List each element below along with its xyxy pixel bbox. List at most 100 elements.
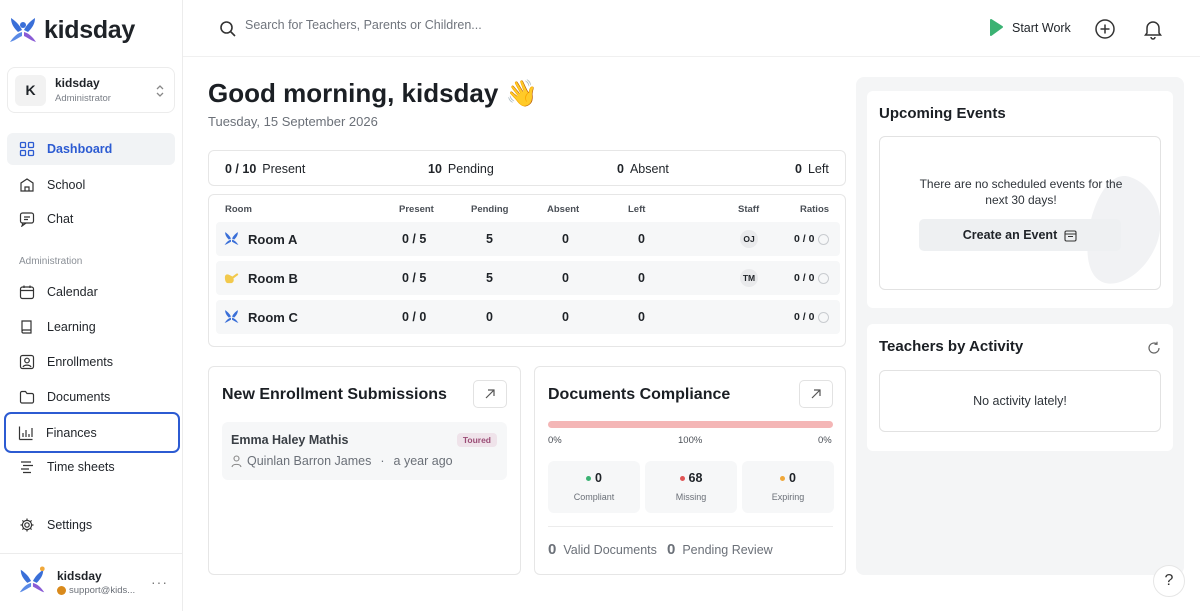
nav-chat[interactable]: Chat bbox=[7, 203, 175, 235]
room-present: 0 / 5 bbox=[402, 271, 427, 285]
table-row[interactable]: Room B 0 / 5 5 0 0 TM 0 / 0 bbox=[216, 261, 840, 295]
col-left: Left bbox=[628, 204, 646, 215]
nav-documents[interactable]: Documents bbox=[7, 381, 175, 413]
user-card-icon bbox=[19, 354, 35, 370]
nav-calendar[interactable]: Calendar bbox=[7, 276, 175, 308]
topbar: Start Work bbox=[183, 0, 1200, 57]
refresh-icon[interactable] bbox=[1147, 341, 1161, 355]
ratio-ring-icon bbox=[818, 233, 830, 245]
room-name: Room A bbox=[248, 232, 298, 247]
summary-left: 0 Left bbox=[795, 162, 829, 176]
chevron-up-down-icon bbox=[156, 85, 164, 97]
search-input[interactable] bbox=[245, 18, 585, 32]
ratio-ring-icon bbox=[818, 311, 830, 323]
nav-finances[interactable]: Finances bbox=[4, 412, 180, 453]
status-badge: Toured bbox=[456, 433, 497, 447]
nav-finances-label: Finances bbox=[46, 425, 97, 440]
calendar-icon bbox=[1064, 229, 1077, 242]
events-card-title: Upcoming Events bbox=[879, 105, 1006, 122]
green-dot-icon bbox=[586, 475, 592, 481]
add-circle-icon[interactable] bbox=[1094, 18, 1116, 40]
table-row[interactable]: Room C 0 / 0 0 0 0 0 / 0 bbox=[216, 300, 840, 334]
expand-button[interactable] bbox=[473, 380, 507, 408]
submission-item[interactable]: Emma Haley Mathis Toured Quinlan Barron … bbox=[222, 422, 507, 480]
stat-missing-label: Missing bbox=[675, 492, 707, 502]
nav-learning[interactable]: Learning bbox=[7, 311, 175, 343]
pending-review-label: Pending Review bbox=[682, 543, 773, 557]
user-profile[interactable]: kidsday support@kids... ··· bbox=[0, 553, 182, 611]
chat-icon bbox=[19, 212, 35, 227]
compliance-label-expiring: 0% bbox=[818, 435, 832, 446]
room-left: 0 bbox=[638, 310, 645, 324]
room-absent: 0 bbox=[562, 271, 569, 285]
org-switcher[interactable]: K kidsday Administrator bbox=[7, 67, 175, 113]
activity-empty-message: No activity lately! bbox=[879, 370, 1161, 432]
start-work-button[interactable]: Start Work bbox=[988, 19, 1071, 37]
stat-compliant[interactable]: 0 Compliant bbox=[548, 461, 640, 513]
nav-enrollments[interactable]: Enrollments bbox=[7, 346, 175, 378]
stat-missing[interactable]: 68 Missing bbox=[645, 461, 737, 513]
documents-compliance-card: Documents Compliance 0% 100% 0% 0 Compli… bbox=[534, 366, 846, 575]
summary-absent-label: Absent bbox=[629, 162, 669, 176]
room-absent: 0 bbox=[562, 232, 569, 246]
attendance-summary: 0 / 10 Present 10 Pending 0 Absent 0 Left bbox=[208, 150, 846, 186]
meta-separator: · bbox=[380, 454, 385, 468]
summary-pending: 10 Pending bbox=[428, 162, 494, 176]
pending-review: 0 Pending Review bbox=[667, 541, 773, 558]
brand-logo[interactable]: kidsday bbox=[8, 14, 135, 46]
expand-button[interactable] bbox=[799, 380, 833, 408]
submission-child-name: Emma Haley Mathis bbox=[231, 433, 349, 447]
arrow-up-right-icon bbox=[811, 389, 821, 399]
room-ratio-value: 0 / 0 bbox=[794, 233, 815, 245]
col-present: Present bbox=[399, 204, 434, 215]
staff-avatar[interactable]: OJ bbox=[740, 230, 758, 248]
summary-pending-value: 10 bbox=[428, 162, 442, 176]
bell-icon[interactable] bbox=[1142, 18, 1164, 40]
summary-present-value: 0 / 10 bbox=[225, 162, 257, 176]
room-left: 0 bbox=[638, 271, 645, 285]
create-event-button[interactable]: Create an Event bbox=[919, 219, 1121, 251]
more-options-icon[interactable]: ··· bbox=[151, 574, 168, 590]
current-date: Tuesday, 15 September 2026 bbox=[208, 114, 378, 129]
org-avatar: K bbox=[15, 74, 46, 106]
nav-documents-label: Documents bbox=[47, 390, 111, 404]
room-pending: 0 bbox=[486, 310, 493, 324]
right-panel: Upcoming Events There are no scheduled e… bbox=[856, 77, 1184, 575]
nav-settings[interactable]: Settings bbox=[7, 509, 175, 541]
valid-documents-value: 0 bbox=[548, 541, 557, 558]
staff-avatar[interactable]: TM bbox=[740, 269, 758, 287]
rooms-table: Room Present Pending Absent Left Staff R… bbox=[208, 194, 846, 347]
nav-timesheets[interactable]: Time sheets bbox=[7, 451, 175, 483]
nav-school-label: School bbox=[47, 178, 86, 192]
table-row[interactable]: Room A 0 / 5 5 0 0 OJ 0 / 0 bbox=[216, 222, 840, 256]
summary-pending-label: Pending bbox=[447, 162, 494, 176]
nav-section-administration: Administration bbox=[19, 256, 83, 267]
room-ratio-value: 0 / 0 bbox=[794, 311, 815, 323]
activity-card-title: Teachers by Activity bbox=[879, 338, 1024, 355]
nav-timesheets-label: Time sheets bbox=[47, 460, 115, 474]
help-button[interactable]: ? bbox=[1153, 565, 1185, 597]
nav-school[interactable]: School bbox=[7, 169, 175, 201]
compliance-label-compliant: 0% bbox=[548, 435, 562, 446]
nav-dashboard[interactable]: Dashboard bbox=[7, 133, 175, 165]
events-empty-state: There are no scheduled events for the ne… bbox=[879, 136, 1161, 290]
search-icon bbox=[220, 21, 236, 37]
user-email-row: support@kids... bbox=[57, 585, 135, 596]
create-event-label: Create an Event bbox=[962, 228, 1058, 242]
calendar-icon bbox=[19, 285, 35, 300]
room-pending: 5 bbox=[486, 271, 493, 285]
page-title: Good morning, kidsday 👋 bbox=[208, 78, 538, 108]
stat-expiring[interactable]: 0 Expiring bbox=[742, 461, 834, 513]
upcoming-events-card: Upcoming Events There are no scheduled e… bbox=[867, 91, 1173, 308]
enrollment-submissions-card: New Enrollment Submissions Emma Haley Ma… bbox=[208, 366, 521, 575]
brand-name: kidsday bbox=[44, 15, 136, 44]
user-avatar bbox=[19, 566, 45, 593]
start-work-label: Start Work bbox=[1012, 21, 1071, 35]
valid-documents: 0 Valid Documents bbox=[548, 541, 657, 558]
submission-meta: Quinlan Barron James · a year ago bbox=[231, 454, 453, 468]
red-dot-icon bbox=[679, 475, 685, 481]
org-role: Administrator bbox=[55, 93, 111, 104]
summary-left-value: 0 bbox=[795, 162, 802, 176]
room-pending: 5 bbox=[486, 232, 493, 246]
kidsday-logo-icon bbox=[224, 232, 239, 245]
